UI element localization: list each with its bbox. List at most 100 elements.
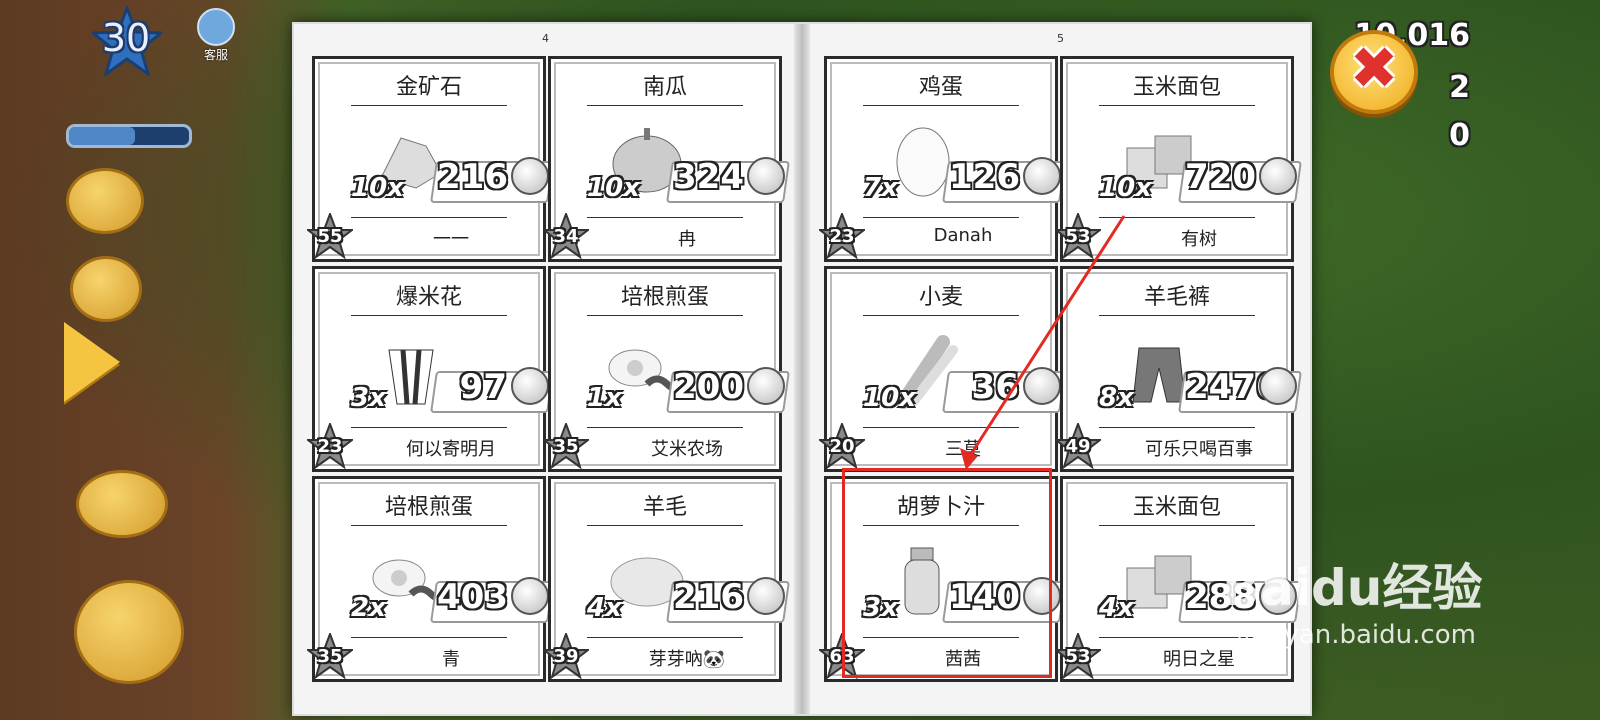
item-name: 羊毛 [642,495,687,520]
seller-level: 34 [553,226,579,247]
seller-name: 艾米农场 [651,439,723,460]
seller-name: Danah [933,225,993,246]
xp-progress-fill [69,127,135,145]
seller-name: 芽芽吶🐼 [648,649,726,670]
highlight-box [842,468,1052,678]
listing-card[interactable]: 南瓜 10x 324 34 冉 [541,56,790,262]
listing-card[interactable]: 培根煎蛋 1x 200 35 艾米农场 [541,266,790,472]
close-button[interactable]: ✖ [1330,30,1418,114]
item-quantity: 4x [587,593,622,623]
divider [863,427,1019,428]
divider [863,105,1019,106]
seller-name: 三莫 [945,439,981,460]
item-quantity: 3x [351,383,386,413]
voucher-count: 0 [1449,118,1470,153]
seller-level: 23 [829,226,855,247]
item-quantity: 2x [351,593,386,623]
divider [351,427,507,428]
shop-button[interactable] [66,168,144,234]
seller-level: 23 [317,436,343,457]
divider [863,217,1019,218]
coin-icon [511,157,549,195]
divider [351,637,507,638]
divider [1099,105,1255,106]
seller-level-star-icon: 53 [1053,631,1103,680]
listing-card[interactable]: 小麦 10x 36 20 三莫 [817,266,1066,472]
right-page-number: 5 [1057,32,1064,45]
coin-icon [1259,157,1297,195]
divider [587,525,743,526]
item-quantity: 10x [1099,173,1152,203]
item-name: 鸡蛋 [918,75,963,100]
left-page-number: 4 [542,32,549,45]
listing-card[interactable]: 金矿石 10x 216 55 一一 [305,56,554,262]
customer-service-button[interactable]: 客服 [196,8,236,62]
listing-card[interactable]: 爆米花 3x 97 23 何以寄明月 [305,266,554,472]
item-price: 720 [1185,157,1256,197]
book-spine [794,24,810,714]
cash-register-button[interactable] [74,580,184,684]
item-price: 97 [459,367,507,407]
customer-service-label: 客服 [203,48,228,62]
seller-name: 青 [442,649,460,670]
item-price: 36 [971,367,1019,407]
expand-arrow-button[interactable] [64,322,120,402]
divider [351,105,507,106]
item-quantity: 8x [1099,383,1134,413]
seller-level: 53 [1065,226,1091,247]
item-price: 403 [437,577,508,617]
seller-level-star-icon: 34 [541,211,591,260]
xp-progress-bar [66,124,192,148]
coin-icon [1259,367,1297,405]
item-name: 培根煎蛋 [620,285,709,310]
listing-card[interactable]: 培根煎蛋 2x 403 35 青 [305,476,554,682]
seller-level: 39 [553,646,579,667]
coin-icon [747,367,785,405]
seller-level-star-icon: 49 [1053,421,1103,470]
item-name: 羊毛裤 [1143,285,1210,310]
divider [1099,315,1255,316]
item-quantity: 7x [863,173,898,203]
divider [587,315,743,316]
close-icon: ✖ [1349,34,1399,102]
seller-name: 冉 [678,229,696,250]
coin-icon [1023,157,1061,195]
seller-level-star-icon: 23 [817,211,867,260]
seller-level: 55 [317,226,343,247]
divider [351,525,507,526]
divider [1099,525,1255,526]
mail-button[interactable] [70,256,142,322]
seller-level: 20 [829,436,855,457]
seller-level: 53 [1065,646,1091,667]
listing-card[interactable]: 羊毛裤 8x 2476 49 可乐只喝百事 [1053,266,1302,472]
item-quantity: 10x [863,383,916,413]
divider [1099,217,1255,218]
item-quantity: 4x [1099,593,1134,623]
listing-card[interactable]: 玉米面包 10x 720 53 有树 [1053,56,1302,262]
headset-icon [197,8,235,46]
item-name: 金矿石 [395,75,462,100]
divider [587,217,743,218]
divider [1099,427,1255,428]
item-price: 216 [437,157,508,197]
seller-level: 49 [1065,436,1091,457]
seller-level: 35 [553,436,579,457]
newspaper-button[interactable] [76,470,168,538]
item-name: 玉米面包 [1132,75,1221,100]
item-name: 爆米花 [395,285,462,310]
listing-card[interactable]: 羊毛 4x 216 39 芽芽吶🐼 [541,476,790,682]
item-price: 126 [949,157,1020,197]
divider [351,217,507,218]
listing-card[interactable]: 鸡蛋 7x 126 23 Danah [817,56,1066,262]
seller-level-star-icon: 39 [541,631,591,680]
seller-name: 何以寄明月 [406,439,496,460]
seller-level-star-icon: 55 [305,211,355,260]
item-price: 216 [673,577,744,617]
item-price: 200 [673,367,744,407]
item-price: 2476 [1185,367,1280,407]
seller-level-star-icon: 20 [817,421,867,470]
watermark-url: jingyan.baidu.com [1236,620,1476,650]
player-level: 30 [101,16,151,60]
divider [863,315,1019,316]
item-quantity: 10x [351,173,404,203]
